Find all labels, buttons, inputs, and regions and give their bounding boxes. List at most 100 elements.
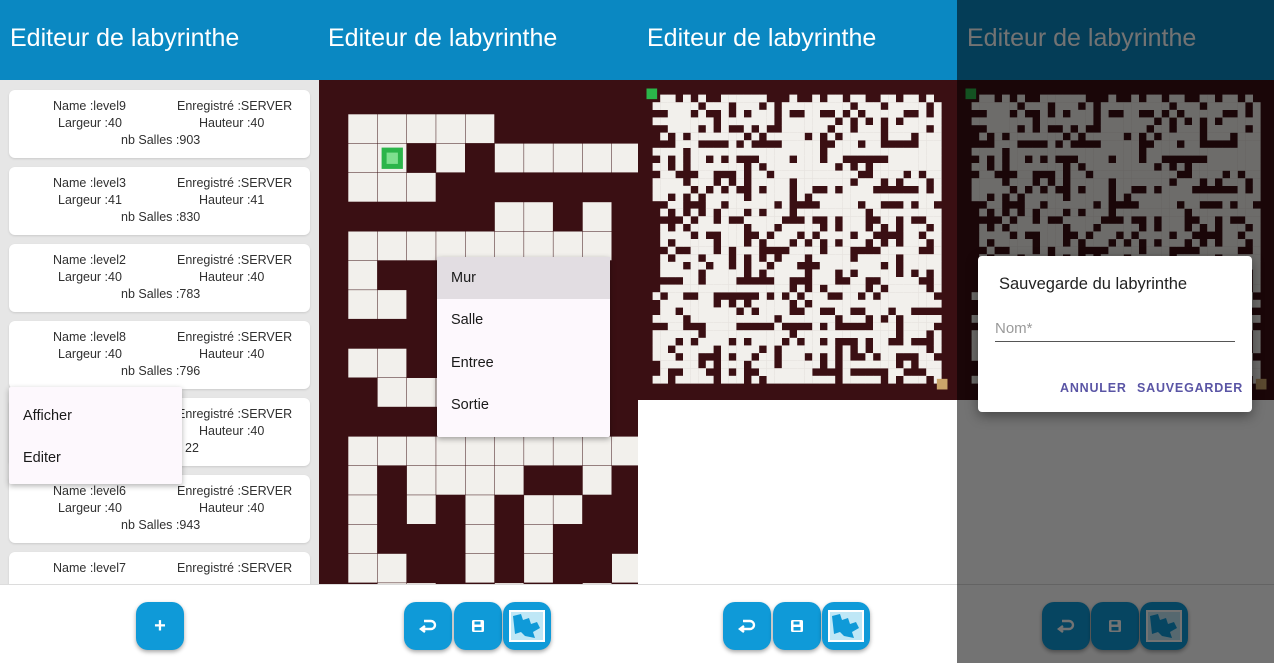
tile-option-room[interactable]: Salle (437, 299, 610, 341)
maze-zoom-view[interactable]: Mur Salle Entree Sortie (319, 80, 638, 584)
maze-full-view[interactable] (638, 80, 957, 400)
room-tile (819, 201, 828, 209)
save-button[interactable] (454, 602, 502, 650)
menu-item-show[interactable]: Afficher (23, 408, 72, 424)
room-tile (781, 307, 790, 316)
room-tile (728, 140, 737, 148)
room-tile (842, 261, 851, 270)
room-tile (721, 360, 729, 369)
room-tile (751, 315, 760, 323)
room-tile (873, 239, 881, 247)
save-button[interactable] (773, 602, 821, 650)
level-card[interactable]: Name :level3 Enregistré :SERVER Largeur … (9, 167, 310, 235)
room-tile (819, 330, 828, 338)
save-dialog: Sauvegarde du labyrinthe Nom* ANNULER SA… (978, 256, 1252, 412)
room-tile (812, 307, 820, 316)
room-tile (933, 254, 942, 262)
room-tile (880, 307, 889, 316)
room-tile (781, 299, 790, 308)
room-tile (690, 345, 699, 354)
room-tile (933, 216, 942, 224)
room-tile (690, 163, 699, 171)
room-tile (926, 193, 934, 202)
room-tile (774, 185, 782, 194)
room-tile (751, 163, 760, 171)
room-tile (766, 254, 775, 262)
room-tile (926, 94, 934, 103)
level-card[interactable]: Name :level8 Enregistré :SERVER Largeur … (9, 321, 310, 389)
room-tile (842, 330, 851, 338)
room-tile (743, 140, 752, 148)
room-tile (903, 284, 912, 293)
room-tile (926, 261, 934, 270)
room-tile (721, 109, 729, 118)
tile-option-entry[interactable]: Entree (437, 342, 610, 384)
room-tile (675, 178, 684, 186)
room-tile (736, 201, 744, 209)
room-tile (781, 239, 790, 247)
room-tile (903, 102, 912, 110)
room-tile (873, 315, 881, 323)
room-tile (660, 269, 668, 278)
room-tile (683, 231, 691, 240)
room-tile (728, 201, 737, 209)
room-tile (819, 117, 828, 126)
level-list[interactable]: Name :level9 Enregistré :SERVER Largeur … (0, 80, 319, 584)
room-tile (918, 284, 927, 293)
level-height: Hauteur :40 (199, 347, 265, 361)
room-tile (933, 360, 942, 369)
room-tile (736, 147, 744, 156)
room-tile (759, 193, 767, 202)
map-view-button[interactable] (822, 602, 870, 650)
room-tile (705, 125, 714, 133)
room-tile (675, 223, 684, 232)
map-view-button[interactable] (503, 602, 551, 650)
room-tile (797, 375, 805, 384)
room-tile (873, 360, 881, 369)
room-tile (895, 109, 904, 118)
tile-option-exit[interactable]: Sortie (437, 384, 610, 426)
room-tile (888, 360, 896, 369)
room-tile (918, 254, 927, 262)
room-tile (873, 102, 881, 110)
room-tile (683, 216, 691, 224)
room-tile (918, 299, 927, 308)
room-tile (721, 208, 729, 217)
room-tile (683, 284, 691, 293)
level-card[interactable]: Name :level9 Enregistré :SERVER Largeur … (9, 90, 310, 158)
undo-button[interactable] (404, 602, 452, 650)
room-tile (736, 239, 744, 247)
level-card[interactable]: Name :level6 Enregistré :SERVER Largeur … (9, 475, 310, 543)
room-tile (436, 114, 465, 144)
maze-grid[interactable] (638, 80, 957, 400)
tile-option-wall[interactable]: Mur (437, 257, 610, 299)
room-tile (728, 94, 737, 103)
cancel-button[interactable]: ANNULER (1060, 381, 1127, 395)
room-tile (652, 193, 661, 202)
room-tile (728, 277, 737, 285)
editor-zoom-screen: Editeur de labyrinthe Mur Salle Entree S… (319, 0, 638, 663)
room-tile (781, 147, 790, 156)
name-input[interactable]: Nom* (995, 318, 1235, 342)
undo-button[interactable] (723, 602, 771, 650)
room-tile (888, 94, 896, 103)
level-card[interactable]: Name :level2 Enregistré :SERVER Largeur … (9, 244, 310, 312)
room-tile (842, 307, 851, 316)
room-tile (903, 231, 912, 240)
room-tile (918, 223, 927, 232)
room-tile (721, 277, 729, 285)
room-tile (781, 375, 790, 384)
room-tile (812, 208, 820, 217)
room-tile (736, 315, 744, 323)
room-tile (903, 125, 912, 133)
save-confirm-button[interactable]: SAUVEGARDER (1137, 381, 1243, 395)
menu-item-edit[interactable]: Editer (23, 450, 61, 466)
room-tile (827, 163, 836, 171)
room-tile (667, 337, 676, 346)
room-tile (895, 292, 904, 300)
room-tile (774, 132, 782, 141)
level-card[interactable]: Name :level7 Enregistré :SERVER (9, 552, 310, 584)
add-level-button[interactable]: + (136, 602, 184, 650)
room-tile (736, 337, 744, 346)
room-tile (690, 246, 699, 255)
